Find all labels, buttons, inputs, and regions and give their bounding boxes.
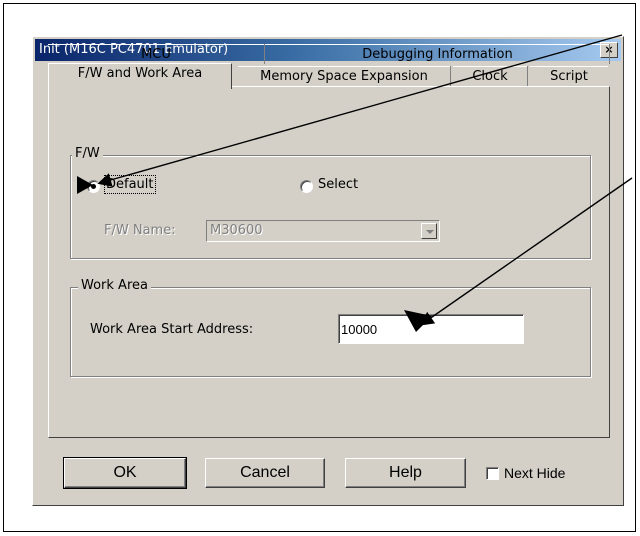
ok-button-label: OK (113, 464, 137, 481)
tab-memory-space-expansion[interactable]: Memory Space Expansion (238, 66, 450, 88)
work-area-start-address-input[interactable] (338, 314, 524, 344)
next-hide-checkbox[interactable] (486, 467, 499, 480)
radio-selected-dot (91, 184, 96, 189)
tab-panel (48, 86, 610, 438)
cancel-button-label: Cancel (240, 464, 290, 481)
tab-script[interactable]: Script (530, 66, 608, 88)
tab-script-label: Script (550, 69, 588, 84)
fw-group-label: F/W (72, 146, 103, 161)
work-area-start-address-label: Work Area Start Address: (90, 322, 254, 337)
fw-name-value: M30600 (210, 223, 263, 238)
help-button-label: Help (389, 464, 422, 481)
tab-divider (527, 66, 528, 86)
tab-memory-space-expansion-label: Memory Space Expansion (260, 69, 428, 84)
chevron-down-icon[interactable] (421, 223, 437, 239)
tab-fw-and-work-area[interactable]: F/W and Work Area (48, 63, 232, 89)
tab-debugging-information[interactable]: Debugging Information (265, 44, 610, 66)
radio-select[interactable] (300, 180, 313, 193)
tab-mcu-label: MCU (141, 47, 171, 62)
fw-name-dropdown[interactable]: M30600 (206, 220, 440, 242)
help-button[interactable]: Help (345, 458, 466, 488)
fw-group (70, 155, 591, 259)
tab-divider (450, 66, 451, 86)
cancel-button[interactable]: Cancel (205, 458, 325, 488)
fw-name-label: F/W Name: (104, 223, 176, 238)
ok-button[interactable]: OK (63, 457, 187, 489)
next-hide-label[interactable]: Next Hide (504, 465, 565, 481)
tab-fw-and-work-area-label: F/W and Work Area (77, 66, 203, 81)
tab-divider (609, 44, 610, 64)
radio-select-label[interactable]: Select (318, 177, 358, 192)
radio-default[interactable] (87, 180, 100, 193)
tab-debugging-information-label: Debugging Information (362, 47, 513, 62)
work-area-group-label: Work Area (78, 278, 151, 293)
radio-default-label[interactable]: Default (104, 175, 156, 194)
tab-clock-label: Clock (472, 69, 508, 84)
tab-clock[interactable]: Clock (453, 66, 527, 88)
